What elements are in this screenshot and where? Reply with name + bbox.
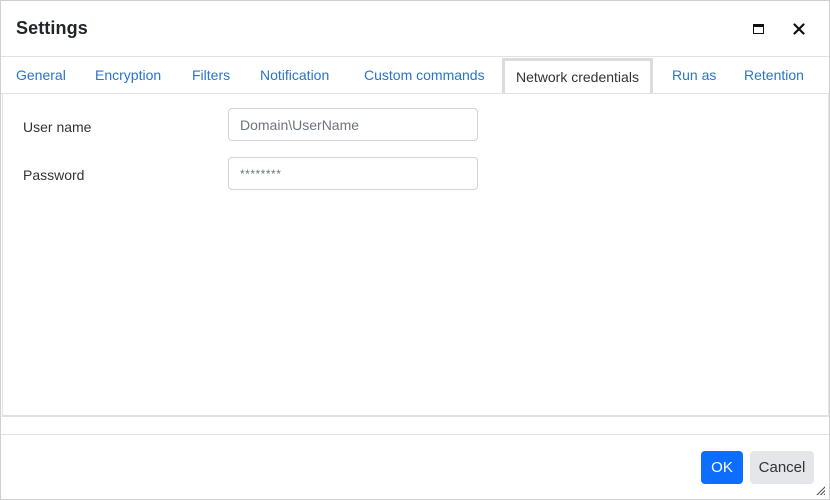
tab-content-network-credentials: User name Password [2, 94, 829, 417]
username-label: User name [23, 119, 92, 135]
dialog-title: Settings [16, 18, 88, 38]
settings-dialog: Settings General Encryption Filters Noti… [0, 0, 830, 500]
resize-grip-icon[interactable] [816, 486, 825, 495]
maximize-icon [752, 24, 764, 34]
username-input[interactable] [228, 108, 478, 141]
tab-custom-commands[interactable]: Custom commands [364, 57, 485, 94]
maximize-button[interactable] [746, 17, 770, 41]
tab-run-as[interactable]: Run as [672, 57, 716, 94]
close-button[interactable] [787, 17, 811, 41]
password-input[interactable] [228, 157, 478, 190]
tab-bar: General Encryption Filters Notification … [1, 57, 829, 94]
password-label: Password [23, 167, 85, 183]
tab-network-credentials[interactable]: Network credentials [502, 58, 653, 93]
tab-filters[interactable]: Filters [192, 57, 230, 94]
cancel-button[interactable]: Cancel [750, 451, 814, 484]
tab-encryption[interactable]: Encryption [95, 57, 161, 94]
tab-general[interactable]: General [16, 57, 66, 94]
ok-button[interactable]: OK [701, 451, 743, 484]
footer-divider [1, 434, 829, 435]
tab-retention[interactable]: Retention [744, 57, 804, 94]
close-icon [793, 23, 805, 35]
dialog-header: Settings [1, 1, 829, 57]
tab-notification[interactable]: Notification [260, 57, 329, 94]
